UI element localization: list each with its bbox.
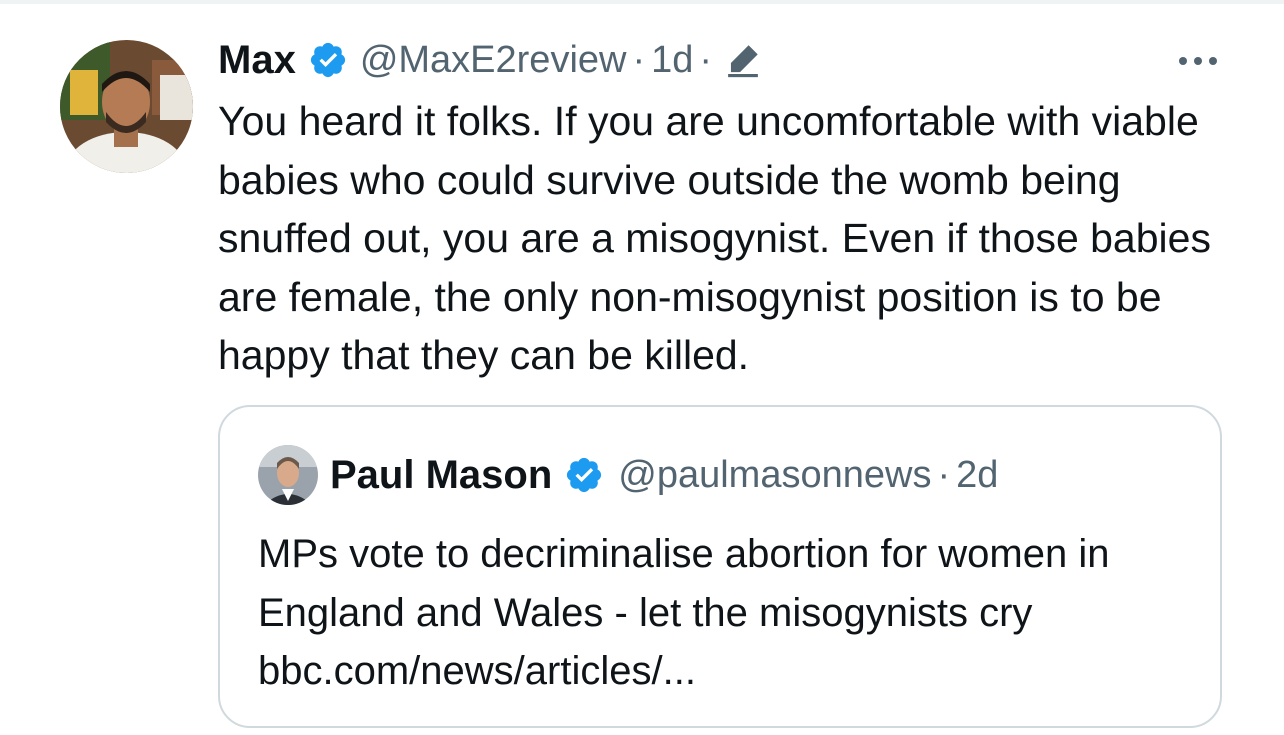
author-avatar-image (60, 40, 193, 173)
quoted-tweet-link[interactable]: bbc.com/news/articles/... (258, 642, 1218, 701)
tweet-timestamp[interactable]: 1d (651, 39, 693, 82)
separator-dot: · (699, 38, 713, 81)
quoted-tweet-card[interactable]: Paul Mason @paulmasonnews · 2d MPs vote … (218, 405, 1222, 728)
top-divider (0, 0, 1284, 4)
verified-badge-icon[interactable] (308, 40, 348, 80)
quoted-author-handle[interactable]: @paulmasonnews (618, 454, 931, 497)
separator-dot: · (632, 38, 646, 81)
quoted-tweet-text: MPs vote to decriminalise abortion for w… (258, 532, 1110, 635)
quoted-author-avatar-image (258, 445, 318, 505)
quoted-tweet-timestamp[interactable]: 2d (956, 454, 998, 497)
tweet-text: You heard it folks. If you are uncomfort… (218, 98, 1211, 378)
separator-dot: · (937, 453, 951, 496)
author-handle[interactable]: @MaxE2review (360, 39, 627, 82)
author-name[interactable]: Max (218, 38, 296, 83)
quoted-author-name[interactable]: Paul Mason (330, 453, 552, 498)
verified-badge-icon[interactable] (564, 455, 604, 495)
author-avatar[interactable] (60, 40, 193, 173)
quoted-author-avatar[interactable] (258, 445, 318, 505)
tweet-header: Max @MaxE2review · 1d · (218, 34, 764, 86)
more-options-icon[interactable] (1172, 46, 1224, 76)
quoted-tweet-header: Paul Mason @paulmasonnews · 2d (330, 447, 998, 503)
edited-pencil-icon[interactable] (722, 39, 764, 81)
quoted-tweet-body: MPs vote to decriminalise abortion for w… (258, 525, 1218, 701)
